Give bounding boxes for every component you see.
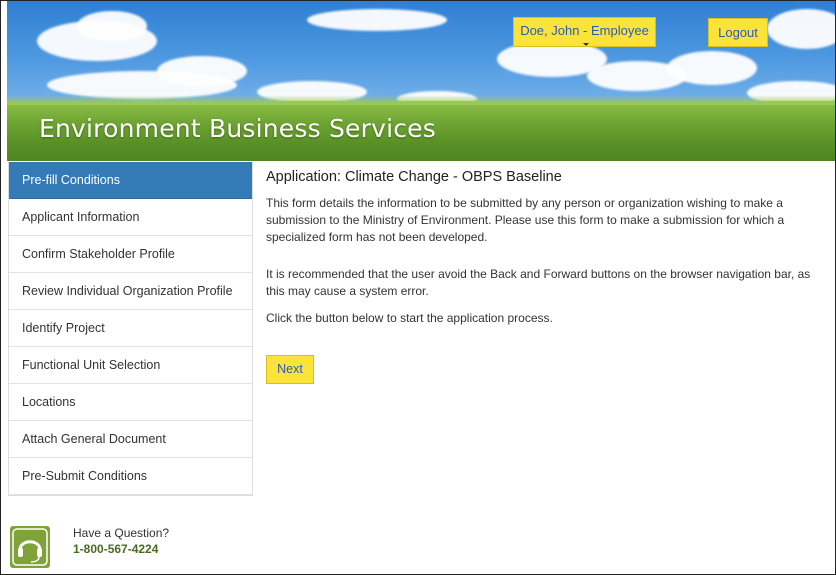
next-button[interactable]: Next [266, 355, 314, 384]
sidebar-item-locations[interactable]: Locations [9, 384, 252, 421]
cloud [157, 56, 247, 86]
sidebar-item-identify-project[interactable]: Identify Project [9, 310, 252, 347]
cloud [767, 9, 835, 49]
intro-paragraph: This form details the information to be … [266, 196, 785, 244]
sidebar-item-functional-unit-selection[interactable]: Functional Unit Selection [9, 347, 252, 384]
cloud [307, 9, 447, 31]
cloud [77, 11, 147, 41]
page-title: Application: Climate Change - OBPS Basel… [266, 169, 562, 185]
site-title: Environment Business Services [39, 114, 436, 143]
cloud [667, 51, 757, 85]
help-question: Have a Question? [73, 526, 170, 540]
headset-icon[interactable] [10, 526, 50, 568]
sidebar-item-applicant-information[interactable]: Applicant Information [9, 199, 252, 236]
sidebar-item-attach-general-document[interactable]: Attach General Document [9, 421, 252, 458]
caret-down-icon [583, 43, 589, 46]
instruction-paragraph: Click the button below to start the appl… [266, 311, 553, 325]
main-content: Application: Climate Change - OBPS Basel… [266, 169, 821, 337]
sidebar-nav: Pre-fill Conditions Applicant Informatio… [8, 162, 253, 496]
user-menu-label: Doe, John - Employee [520, 23, 649, 38]
page: Environment Business Services Doe, John … [0, 0, 836, 575]
sidebar-item-pre-submit-conditions[interactable]: Pre-Submit Conditions [9, 458, 252, 495]
sidebar-item-review-individual-organization-profile[interactable]: Review Individual Organization Profile [9, 273, 252, 310]
user-menu-button[interactable]: Doe, John - Employee [513, 17, 656, 47]
warning-paragraph: It is recommended that the user avoid th… [266, 267, 811, 298]
logout-button[interactable]: Logout [708, 18, 768, 47]
sidebar-item-pre-fill-conditions[interactable]: Pre-fill Conditions [9, 162, 252, 199]
help-phone-number[interactable]: 1-800-567-4224 [73, 542, 158, 556]
sidebar-item-confirm-stakeholder-profile[interactable]: Confirm Stakeholder Profile [9, 236, 252, 273]
